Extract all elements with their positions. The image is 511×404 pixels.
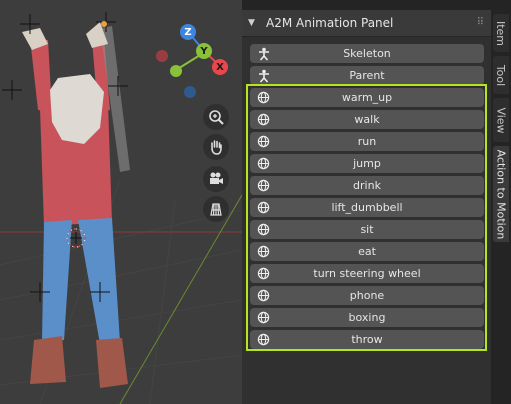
gizmo-y-label: Y xyxy=(200,45,208,57)
skeleton-button-label: Skeleton xyxy=(343,47,391,60)
sidebar-panel: ▼ A2M Animation Panel ⠿ Skeleton Parent … xyxy=(242,0,491,404)
action-globe-icon xyxy=(256,288,271,303)
action-globe-icon xyxy=(256,310,271,325)
gizmo-x-axis[interactable]: X xyxy=(212,59,228,75)
motion-button-label: turn steering wheel xyxy=(313,267,421,280)
parent-button[interactable]: Parent xyxy=(250,66,484,85)
motion-button-eat[interactable]: eat xyxy=(250,242,484,261)
action-globe-icon xyxy=(256,244,271,259)
gizmo-z-axis[interactable]: Z xyxy=(180,24,196,40)
camera-icon xyxy=(210,172,223,184)
motion-button-warm-up[interactable]: warm_up xyxy=(250,88,484,107)
camera-button[interactable] xyxy=(203,166,229,192)
action-globe-icon xyxy=(256,90,271,105)
action-globe-icon xyxy=(256,156,271,171)
armature-icon xyxy=(256,68,271,83)
motion-button-jump[interactable]: jump xyxy=(250,154,484,173)
zoom-button[interactable] xyxy=(203,104,229,130)
skeleton-button[interactable]: Skeleton xyxy=(250,44,484,63)
tab-tool[interactable]: Tool xyxy=(493,56,509,94)
ortho-grid-button[interactable] xyxy=(203,196,229,222)
action-globe-icon xyxy=(256,200,271,215)
motion-button-label: phone xyxy=(349,289,385,302)
panel-header[interactable]: ▼ A2M Animation Panel ⠿ xyxy=(242,10,491,37)
motion-button-label: walk xyxy=(354,113,380,126)
motion-button-label: lift_dumbbell xyxy=(331,201,403,214)
sidebar-tabs: Item Tool View Action to Motion xyxy=(491,0,511,404)
tab-item[interactable]: Item xyxy=(493,14,509,52)
panel-top-toolbar xyxy=(242,0,491,10)
action-globe-icon xyxy=(256,332,271,347)
action-globe-icon xyxy=(256,112,271,127)
pan-button[interactable] xyxy=(203,134,229,160)
motion-button-label: jump xyxy=(353,157,381,170)
action-globe-icon xyxy=(256,266,271,281)
motion-button-drink[interactable]: drink xyxy=(250,176,484,195)
parent-button-label: Parent xyxy=(349,69,385,82)
motion-button-sit[interactable]: sit xyxy=(250,220,484,239)
motion-button-walk[interactable]: walk xyxy=(250,110,484,129)
zoom-icon xyxy=(209,110,224,125)
gizmo-x-label: X xyxy=(216,61,224,73)
motion-button-phone[interactable]: phone xyxy=(250,286,484,305)
grid-icon xyxy=(210,203,222,216)
gizmo-y-axis[interactable]: Y xyxy=(196,43,212,59)
motion-button-throw[interactable]: throw xyxy=(250,330,484,349)
tab-action-to-motion[interactable]: Action to Motion xyxy=(493,146,509,242)
motion-button-label: run xyxy=(357,135,377,148)
motion-button-label: throw xyxy=(351,333,383,346)
action-globe-icon xyxy=(256,222,271,237)
motion-button-label: sit xyxy=(360,223,374,236)
3d-viewport[interactable]: Z Y X xyxy=(0,0,242,404)
tab-view[interactable]: View xyxy=(493,98,509,142)
motion-button-label: warm_up xyxy=(341,91,393,104)
drag-handle-icon[interactable]: ⠿ xyxy=(477,17,484,28)
action-globe-icon xyxy=(256,134,271,149)
motion-button-run[interactable]: run xyxy=(250,132,484,151)
motion-button-boxing[interactable]: boxing xyxy=(250,308,484,327)
motion-button-lift-dumbbell[interactable]: lift_dumbbell xyxy=(250,198,484,217)
motion-button-label: drink xyxy=(353,179,381,192)
armature-icon xyxy=(256,46,271,61)
motion-button-turn-steering-wheel[interactable]: turn steering wheel xyxy=(250,264,484,283)
gizmo-z-label: Z xyxy=(184,26,192,38)
hand-pan-icon xyxy=(211,140,222,155)
motion-button-label: boxing xyxy=(348,311,386,324)
motion-button-label: eat xyxy=(358,245,376,258)
action-globe-icon xyxy=(256,178,271,193)
collapse-triangle-icon[interactable]: ▼ xyxy=(248,18,258,28)
panel-title: A2M Animation Panel xyxy=(266,16,394,30)
